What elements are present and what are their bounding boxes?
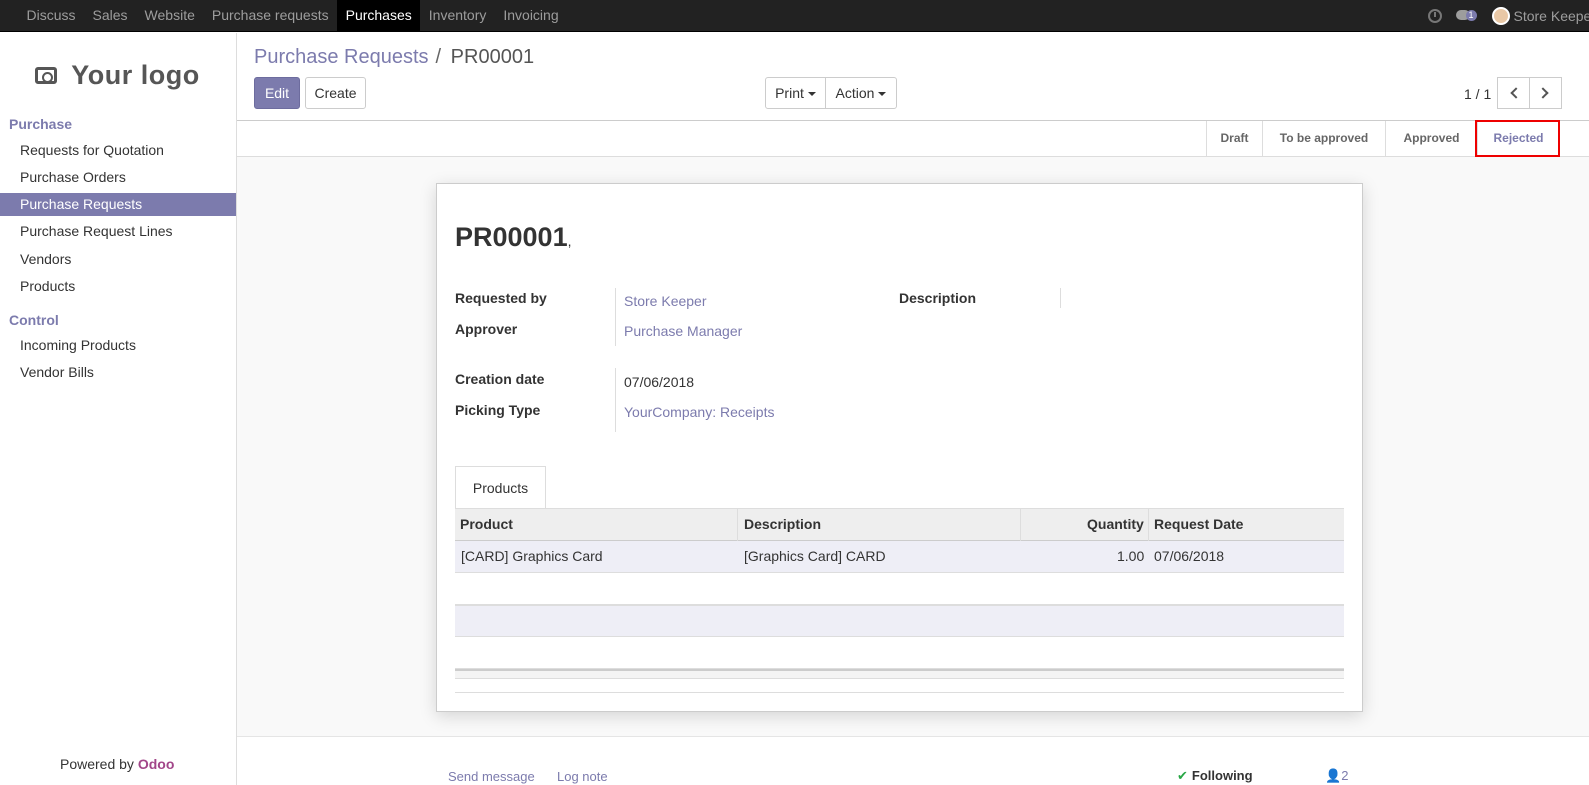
odoo-link[interactable]: Odoo: [138, 756, 175, 772]
picking-type-field[interactable]: YourCompany: Receipts: [624, 404, 774, 420]
table-row-empty: [455, 573, 1344, 605]
menu-inventory[interactable]: Inventory: [420, 0, 495, 31]
column-divider: [737, 509, 738, 541]
action-dropdown[interactable]: Action: [825, 77, 897, 109]
sidebar-item-vendor-bills[interactable]: Vendor Bills: [0, 361, 236, 384]
column-divider: [1148, 509, 1149, 541]
cell-quantity: 1.00: [1117, 548, 1145, 564]
edit-button[interactable]: Edit: [254, 77, 300, 109]
menu-purchase-requests[interactable]: Purchase requests: [203, 0, 337, 31]
menu-discuss[interactable]: Discuss: [18, 0, 84, 31]
print-dropdown[interactable]: Print: [765, 77, 826, 109]
breadcrumb-parent[interactable]: Purchase Requests: [254, 46, 429, 68]
divider: [1060, 288, 1061, 308]
record-title: PR00001,: [455, 222, 572, 252]
description-label: Description: [899, 290, 977, 306]
breadcrumb: Purchase Requests / PR00001: [254, 46, 535, 68]
messages-icon[interactable]: 1: [1455, 10, 1477, 22]
company-logo[interactable]: Your logo: [19, 46, 216, 104]
section-title-purchase: Purchase: [9, 116, 73, 132]
chevron-down-icon: [878, 92, 887, 97]
stage-draft[interactable]: Draft: [1206, 121, 1262, 157]
requested-by-field[interactable]: Store Keeper: [624, 293, 707, 309]
sidebar: Your logo Purchase Requests for Quotatio…: [0, 33, 237, 785]
pager-value[interactable]: 1 / 1: [1464, 86, 1491, 102]
followers-count[interactable]: 👤2: [1325, 768, 1348, 784]
menu-website[interactable]: Website: [136, 0, 203, 31]
menu-sales[interactable]: Sales: [84, 0, 136, 31]
highlight-box: [1475, 120, 1560, 157]
cell-request-date: 07/06/2018: [1154, 548, 1225, 564]
chevron-right-icon: [1537, 87, 1549, 99]
sidebar-item-purchase-requests[interactable]: Purchase Requests: [0, 193, 236, 216]
pager-previous-button[interactable]: [1497, 77, 1530, 109]
picking-type-label: Picking Type: [455, 402, 541, 418]
sidebar-item-purchase-orders[interactable]: Purchase Orders: [0, 166, 236, 189]
requested-by-label: Requested by: [455, 290, 547, 306]
statusbar: Draft To be approved Approved Rejected: [237, 120, 1589, 157]
cell-product: [CARD] Graphics Card: [461, 548, 603, 564]
chatter: Send message Log note ✔ Following 👤2: [237, 736, 1589, 785]
user-avatar[interactable]: [1491, 7, 1510, 25]
approver-field[interactable]: Purchase Manager: [624, 323, 742, 339]
camera-icon: [35, 66, 58, 84]
column-header-request-date[interactable]: Request Date: [1154, 509, 1243, 541]
sidebar-item-vendors[interactable]: Vendors: [0, 248, 236, 271]
stage-approved[interactable]: Approved: [1385, 121, 1477, 157]
powered-by: Powered by Odoo: [60, 756, 175, 772]
form-sheet: PR00001, Requested by Store Keeper Appro…: [436, 183, 1363, 712]
log-note-button[interactable]: Log note: [557, 769, 608, 784]
chevron-left-icon: [1510, 87, 1522, 99]
main-content: Purchase Requests / PR00001 Edit Create P…: [237, 33, 1589, 785]
approver-label: Approver: [455, 321, 518, 337]
divider: [455, 692, 1344, 693]
activity-clock-icon[interactable]: [1427, 9, 1442, 23]
section-title-control: Control: [9, 312, 59, 328]
divider: [615, 288, 616, 346]
table-row-empty: [455, 637, 1344, 669]
following-button[interactable]: ✔ Following: [1177, 768, 1253, 784]
create-button[interactable]: Create: [305, 77, 366, 109]
column-header-quantity[interactable]: Quantity: [1087, 509, 1144, 541]
sidebar-item-purchase-request-lines[interactable]: Purchase Request Lines: [0, 220, 236, 243]
divider: [615, 368, 616, 432]
breadcrumb-current: PR00001: [450, 46, 535, 68]
creation-date-label: Creation date: [455, 371, 545, 387]
stage-to-be-approved[interactable]: To be approved: [1262, 121, 1385, 157]
app-menu: Discuss Sales Website Purchase requests …: [18, 0, 567, 32]
pager-next-button[interactable]: [1529, 77, 1562, 109]
sidebar-item-incoming-products[interactable]: Incoming Products: [0, 334, 236, 357]
sidebar-item-requests-for-quotation[interactable]: Requests for Quotation: [0, 139, 236, 162]
check-icon: ✔: [1177, 768, 1188, 783]
top-navbar: Discuss Sales Website Purchase requests …: [0, 0, 1589, 32]
table-row[interactable]: [CARD] Graphics Card [Graphics Card] CAR…: [455, 541, 1344, 573]
table-footer: [455, 669, 1344, 679]
chevron-down-icon: [807, 92, 816, 97]
send-message-button[interactable]: Send message: [448, 769, 535, 784]
table-row-empty: [455, 605, 1344, 637]
column-divider: [1020, 509, 1021, 541]
cell-description: [Graphics Card] CARD: [744, 548, 886, 564]
menu-purchases[interactable]: Purchases: [337, 0, 421, 31]
menu-invoicing[interactable]: Invoicing: [495, 0, 567, 31]
tab-products[interactable]: Products: [455, 466, 546, 509]
column-header-product[interactable]: Product: [460, 509, 513, 541]
user-menu[interactable]: Store Keeper: [1514, 8, 1589, 24]
column-header-description[interactable]: Description: [744, 509, 821, 541]
sidebar-item-products[interactable]: Products: [0, 275, 236, 298]
creation-date-field[interactable]: 07/06/2018: [624, 374, 694, 390]
messages-badge: 1: [1465, 10, 1477, 21]
table-header: Product Description Quantity Request Dat…: [455, 508, 1344, 541]
